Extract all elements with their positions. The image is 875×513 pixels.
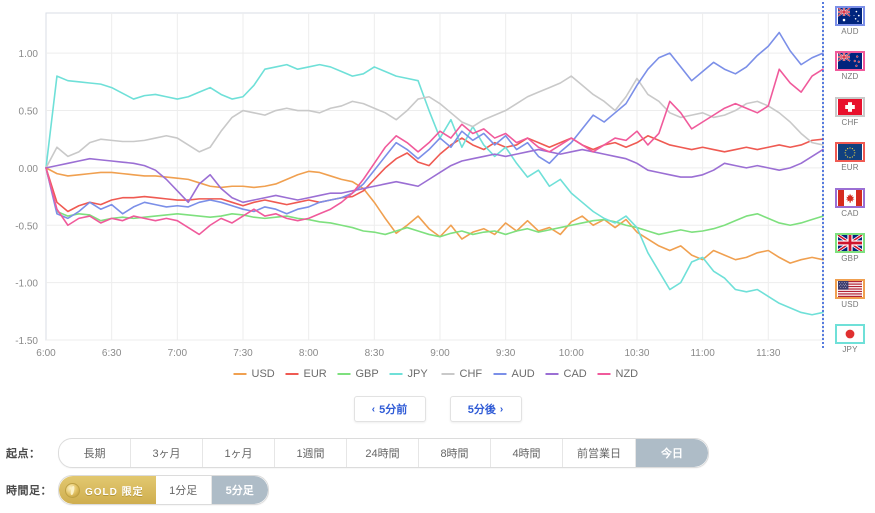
origin-segmented-control: 長期 3ヶ月 1ヶ月 1週間 24時間 8時間 4時間 前営業日 今日 <box>58 438 709 468</box>
x-tick-label: 11:00 <box>690 348 715 359</box>
flag-label-chf: CHF <box>841 117 859 127</box>
flag-icon-chf <box>835 96 865 117</box>
origin-option-7[interactable]: 4時間 <box>491 439 563 467</box>
x-tick-label: 10:00 <box>559 348 584 359</box>
prev-5min-button[interactable]: ‹ 5分前 <box>353 396 426 422</box>
legend-label-eur[interactable]: EUR <box>304 368 327 380</box>
prev-5min-label: 5分前 <box>379 404 408 416</box>
x-tick-label: 8:00 <box>299 348 319 359</box>
flag-label-cad: CAD <box>841 208 859 218</box>
x-tick-label: 9:30 <box>496 348 516 359</box>
timeframe-row: 時間足： GOLD 限定 1分足 5分足 <box>0 475 875 505</box>
origin-option-3[interactable]: 1ヶ月 <box>203 439 275 467</box>
origin-option-5[interactable]: 24時間 <box>347 439 419 467</box>
legend-label-jpy[interactable]: JPY <box>408 368 429 380</box>
flag-label-nzd: NZD <box>841 72 859 82</box>
next-5min-button[interactable]: 5分後 › <box>449 396 522 422</box>
x-tick-label: 6:00 <box>36 348 56 359</box>
y-tick-label: 0.00 <box>19 164 39 175</box>
flag-label-jpy: JPY <box>842 344 858 354</box>
x-tick-label: 7:30 <box>233 348 253 359</box>
flag-toggle-aud[interactable]: AUD <box>835 6 865 36</box>
currency-strength-chart: 1.00 0.50 0.00 -0.50 -1.00 -1.50 6:00 6:30 7:00 7… <box>0 0 875 390</box>
x-tick-label: 8:30 <box>365 348 385 359</box>
time-nav-row: ‹ 5分前 5分後 › <box>0 396 875 422</box>
flag-icon-nzd <box>835 51 865 72</box>
x-tick-label: 11:30 <box>756 348 781 359</box>
origin-label: 起点： <box>6 448 41 460</box>
flag-icon-cad <box>835 187 865 208</box>
flag-toggle-usd[interactable]: USD <box>835 278 865 309</box>
timeframe-option-1[interactable]: 1分足 <box>156 476 212 504</box>
flag-toggle-chf[interactable]: CHF <box>835 96 865 127</box>
flag-icon-jpy <box>835 323 865 344</box>
flag-icon-eur <box>835 142 865 163</box>
flag-toggle-eur[interactable]: EUR <box>835 142 865 172</box>
flag-label-eur: EUR <box>841 163 859 173</box>
origin-option-6[interactable]: 8時間 <box>419 439 491 467</box>
legend-label-chf[interactable]: CHF <box>460 368 483 380</box>
y-tick-label: 1.00 <box>19 49 39 60</box>
y-tick-label: -0.50 <box>15 221 38 232</box>
legend-label-nzd[interactable]: NZD <box>616 368 639 380</box>
y-tick-label: -1.50 <box>15 336 38 347</box>
origin-option-1[interactable]: 長期 <box>59 439 131 467</box>
x-tick-label: 7:00 <box>168 348 188 359</box>
x-tick-label: 9:00 <box>430 348 450 359</box>
gold-limited-label: GOLD 限定 <box>85 486 144 498</box>
origin-option-4[interactable]: 1週間 <box>275 439 347 467</box>
flag-icon-usd <box>835 278 865 299</box>
currency-flag-rail: AUD NZD CHF EUR CAD GBP USD JPY <box>828 6 872 354</box>
y-tick-label: 0.50 <box>19 107 39 118</box>
gold-limited-badge[interactable]: GOLD 限定 <box>59 476 156 504</box>
flag-label-aud: AUD <box>841 27 859 36</box>
timeframe-option-2[interactable]: 5分足 <box>211 476 268 504</box>
legend-label-aud[interactable]: AUD <box>512 368 535 380</box>
y-tick-label: -1.00 <box>15 279 38 290</box>
timeframe-label: 時間足： <box>6 485 52 497</box>
origin-option-8[interactable]: 前営業日 <box>563 439 636 467</box>
flag-toggle-nzd[interactable]: NZD <box>835 51 865 81</box>
flag-icon-aud <box>835 6 865 26</box>
next-5min-label: 5分後 <box>467 404 496 416</box>
origin-option-9[interactable]: 今日 <box>636 439 708 467</box>
chart-canvas[interactable]: 1.00 0.50 0.00 -0.50 -1.00 -1.506:00 6:30 7:00 7… <box>0 0 875 390</box>
gold-coin-icon <box>65 482 80 498</box>
flag-label-usd: USD <box>841 299 859 309</box>
flag-toggle-gbp[interactable]: GBP <box>835 233 865 263</box>
flag-label-gbp: GBP <box>841 254 859 264</box>
origin-option-2[interactable]: 3ヶ月 <box>131 439 203 467</box>
timeframe-segmented-control: GOLD 限定 1分足 5分足 <box>58 475 269 505</box>
origin-row: 起点： 長期 3ヶ月 1ヶ月 1週間 24時間 8時間 4時間 前営業日 今日 <box>0 438 875 468</box>
legend-label-cad[interactable]: CAD <box>564 368 587 380</box>
flag-toggle-jpy[interactable]: JPY <box>835 323 865 354</box>
flag-icon-gbp <box>835 233 865 254</box>
chevron-left-icon: ‹ <box>371 403 376 415</box>
flag-toggle-cad[interactable]: CAD <box>835 187 865 218</box>
x-tick-label: 10:30 <box>624 348 649 359</box>
legend-label-gbp[interactable]: GBP <box>356 368 379 380</box>
chevron-right-icon: › <box>499 403 504 415</box>
x-tick-label: 6:30 <box>102 348 122 359</box>
legend-label-usd[interactable]: USD <box>252 368 275 380</box>
